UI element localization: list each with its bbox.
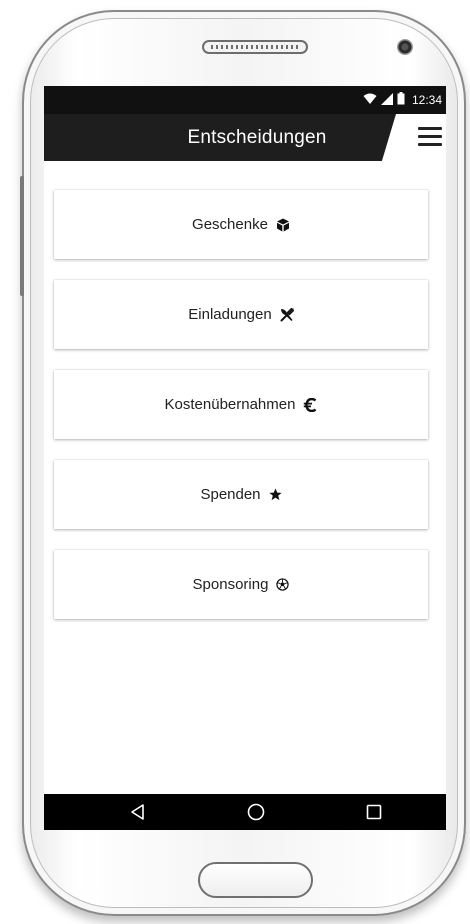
menu-item-sponsoring[interactable]: Sponsoring bbox=[54, 550, 428, 619]
app-bar-title-background bbox=[44, 114, 396, 161]
app-bar: Entscheidungen bbox=[44, 114, 446, 161]
decision-list: Geschenke Einladungen Kostenübernahmen S… bbox=[44, 161, 446, 794]
status-bar: 12:34 bbox=[44, 86, 446, 114]
signal-icon bbox=[380, 92, 393, 108]
hamburger-menu-icon[interactable] bbox=[418, 126, 442, 148]
euro-icon bbox=[303, 397, 317, 412]
phone-side-button bbox=[20, 176, 24, 296]
soccer-ball-icon bbox=[276, 578, 290, 591]
menu-item-label: Geschenke bbox=[192, 216, 268, 233]
star-icon bbox=[268, 488, 282, 501]
battery-icon bbox=[397, 92, 405, 108]
phone-speaker bbox=[202, 40, 308, 54]
menu-item-einladungen[interactable]: Einladungen bbox=[54, 280, 428, 349]
phone-home-button[interactable] bbox=[198, 862, 313, 898]
recents-icon[interactable] bbox=[362, 800, 386, 824]
home-icon[interactable] bbox=[244, 800, 268, 824]
menu-item-kostenuebernahmen[interactable]: Kostenübernahmen bbox=[54, 370, 428, 439]
menu-item-label: Sponsoring bbox=[192, 576, 269, 593]
back-icon[interactable] bbox=[126, 800, 150, 824]
menu-item-label: Spenden bbox=[200, 486, 261, 503]
status-time: 12:34 bbox=[411, 93, 442, 107]
menu-item-geschenke[interactable]: Geschenke bbox=[54, 190, 428, 259]
phone-camera bbox=[397, 39, 413, 55]
menu-item-label: Einladungen bbox=[188, 306, 272, 323]
status-icons: 12:34 bbox=[363, 92, 442, 108]
menu-item-label: Kostenübernahmen bbox=[164, 396, 296, 413]
phone-screen: 12:34 Entscheidungen Geschenke Einladung… bbox=[44, 86, 446, 830]
wifi-icon bbox=[363, 93, 377, 108]
cutlery-icon bbox=[280, 307, 294, 322]
navigation-bar bbox=[44, 794, 446, 830]
cube-icon bbox=[276, 218, 290, 232]
menu-item-spenden[interactable]: Spenden bbox=[54, 460, 428, 529]
